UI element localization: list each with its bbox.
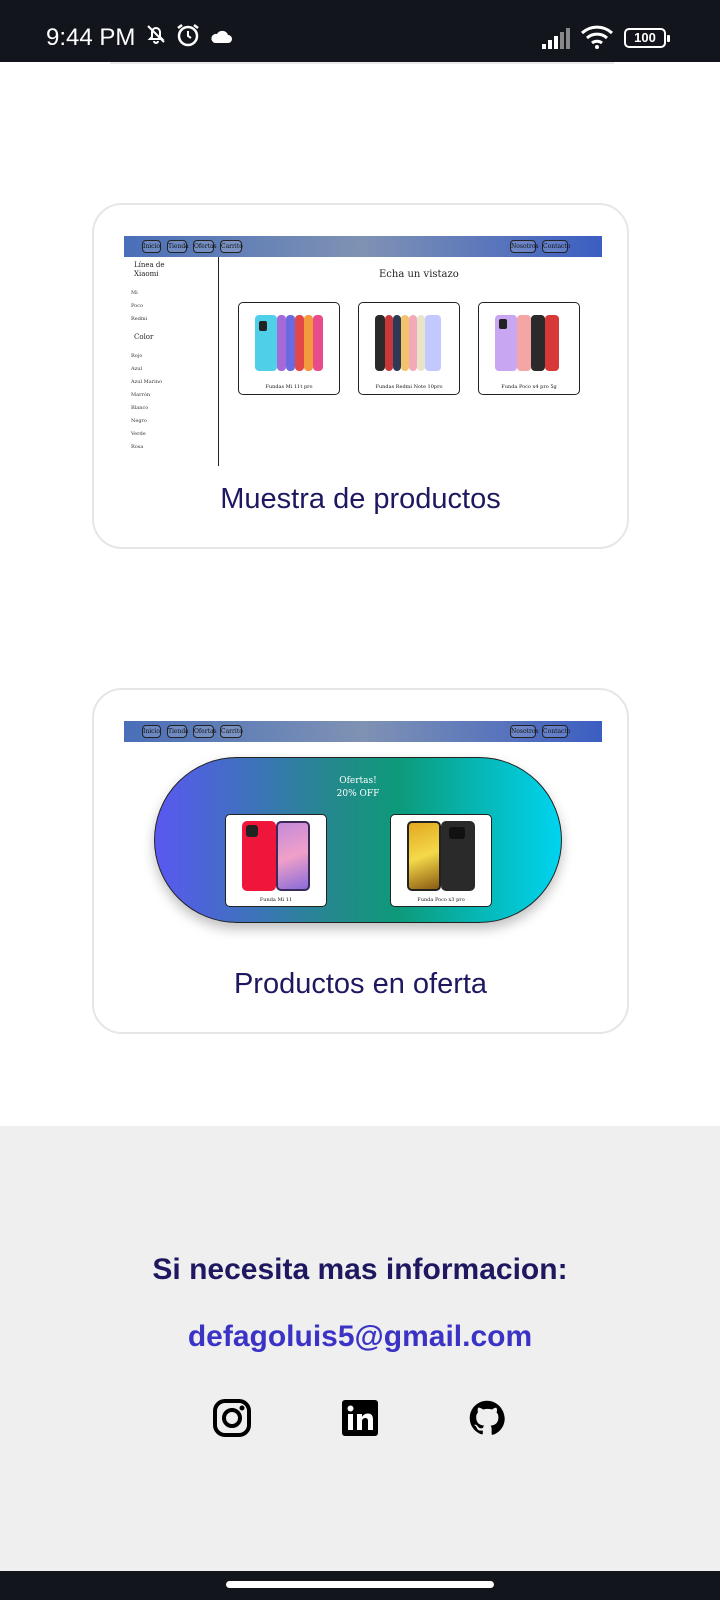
mini-sidebar: Línea de Xiaomi Mi Poco Redmi Color Rojo… xyxy=(124,257,219,466)
sidebar-color: Rojo xyxy=(131,353,143,359)
project-card-muestra[interactable]: Inicio Tienda Ofertas Carrito Nosotros C… xyxy=(92,203,629,549)
offer-banner: Ofertas! 20% OFF Funda Mi 11 Funda Poco … xyxy=(154,757,562,923)
mini-nav-carrito: Carrito xyxy=(220,725,243,738)
camera-image xyxy=(246,825,258,837)
mini-navbar: Inicio Tienda Ofertas Carrito Nosotros C… xyxy=(124,721,602,742)
divider xyxy=(110,62,614,64)
mini-nav-ofertas: Ofertas xyxy=(193,725,217,738)
footer-heading: Si necesita mas informacion: xyxy=(152,1253,568,1286)
sidebar-option: Redmi xyxy=(131,316,148,322)
sidebar-color: Marrón xyxy=(131,392,151,398)
mini-nav-contacto: Contacto xyxy=(542,240,570,253)
signal-icon xyxy=(542,28,570,49)
linkedin-icon[interactable] xyxy=(340,1398,380,1438)
offer-product-card: Funda Poco x3 pro xyxy=(390,814,492,907)
offer-title: Ofertas! 20% OFF xyxy=(155,775,561,801)
offer-discount: 20% OFF xyxy=(336,789,380,799)
mini-nav-carrito: Carrito xyxy=(220,240,243,253)
sidebar-color: Blanco xyxy=(131,405,149,411)
sidebar-color: Azul xyxy=(131,366,143,372)
wifi-icon xyxy=(580,25,614,49)
battery-level: 100 xyxy=(634,30,656,45)
phone-image xyxy=(407,821,441,891)
offer-product-card: Funda Mi 11 xyxy=(225,814,327,907)
mini-nav-inicio: Inicio xyxy=(142,725,161,738)
mini-nav-contacto: Contacto xyxy=(542,725,570,738)
bell-off-icon xyxy=(147,25,165,44)
mini-main-heading: Echa un vistazo xyxy=(379,269,459,280)
status-time: 9:44 PM xyxy=(46,24,136,51)
mini-product-card: Fundas Redmi Note 10pro xyxy=(358,302,460,395)
mini-nav-tienda: Tienda xyxy=(167,240,189,253)
email-link[interactable]: defagoluis5@gmail.com xyxy=(0,1320,720,1354)
cloud-icon xyxy=(211,30,232,43)
instagram-icon[interactable] xyxy=(212,1398,252,1438)
offer-product-label: Funda Mi 11 xyxy=(259,897,293,903)
footer: Si necesita mas informacion: defagoluis5… xyxy=(0,1126,720,1571)
sidebar-color: Rosa xyxy=(131,444,144,450)
mini-nav-nosotros: Nosotros xyxy=(510,240,539,253)
phone-cases-image xyxy=(253,311,325,371)
sidebar-option: Poco xyxy=(131,303,143,309)
mini-product-label: Fundas Mi 11t pro xyxy=(265,384,313,390)
battery-icon: 100 xyxy=(624,28,670,48)
sidebar-option: Mi xyxy=(131,290,138,296)
mini-nav-nosotros: Nosotros xyxy=(510,725,539,738)
sidebar-color: Verde xyxy=(131,431,146,437)
mini-nav-ofertas: Ofertas xyxy=(193,240,217,253)
github-icon[interactable] xyxy=(469,1400,505,1436)
mini-nav-tienda: Tienda xyxy=(167,725,189,738)
home-indicator[interactable] xyxy=(226,1581,494,1588)
offer-title-text: Ofertas! xyxy=(339,776,377,786)
card-title: Muestra de productos xyxy=(220,483,501,515)
camera-image xyxy=(449,827,465,839)
project-screenshot: Inicio Tienda Ofertas Carrito Nosotros C… xyxy=(124,236,602,466)
phone-cases-image xyxy=(373,311,445,371)
sidebar-color: Azul Marino xyxy=(131,379,162,385)
offer-product-label: Funda Poco x3 pro xyxy=(417,897,465,903)
mini-product-card: Funda Poco x4 pro 5g xyxy=(478,302,580,395)
sidebar-heading: Línea de Xiaomi xyxy=(134,261,165,278)
sidebar-color: Negro xyxy=(131,418,147,424)
phone-cases-image xyxy=(493,311,565,371)
sidebar-color-heading: Color xyxy=(134,333,154,341)
mini-product-label: Funda Poco x4 pro 5g xyxy=(501,384,557,390)
status-bar: 9:44 PM 100 xyxy=(0,0,720,62)
phone-image xyxy=(276,821,310,891)
project-card-ofertas[interactable]: Inicio Tienda Ofertas Carrito Nosotros C… xyxy=(92,688,629,1034)
card-title: Productos en oferta xyxy=(233,968,488,1000)
alarm-icon xyxy=(177,24,199,47)
project-screenshot: Inicio Tienda Ofertas Carrito Nosotros C… xyxy=(124,721,602,951)
mini-nav-inicio: Inicio xyxy=(142,240,161,253)
mini-product-label: Fundas Redmi Note 10pro xyxy=(375,384,443,390)
mini-navbar: Inicio Tienda Ofertas Carrito Nosotros C… xyxy=(124,236,602,257)
mini-product-card: Fundas Mi 11t pro xyxy=(238,302,340,395)
